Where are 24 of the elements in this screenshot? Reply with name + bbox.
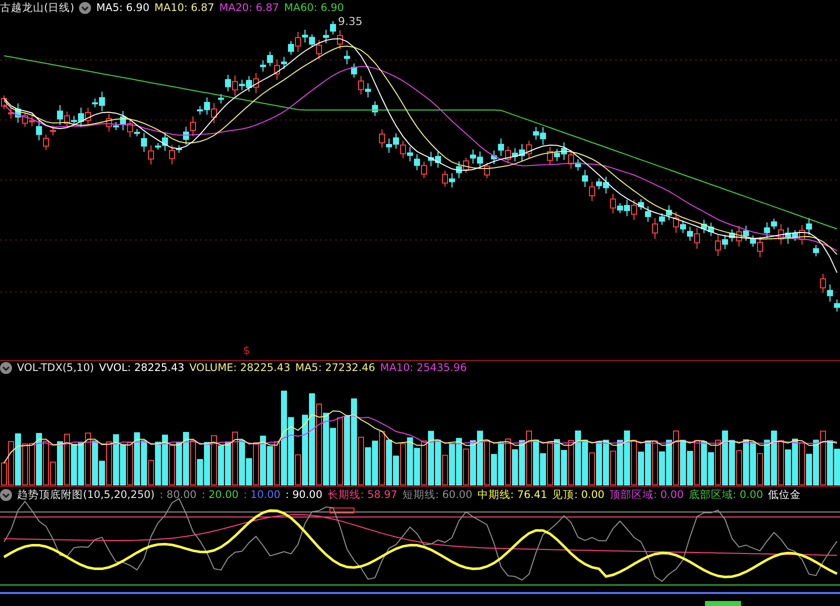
indicator-title: 趋势顶底附图(10,5,20,250) [17, 488, 155, 502]
indicator-legend: 底部区域: 0.00 [688, 488, 764, 502]
volume-title: VOL-TDX(5,10) [17, 362, 94, 374]
indicator-legend: 见顶: 0.00 [552, 488, 604, 502]
indicator-legend: 长期线: 58.97 [327, 488, 398, 502]
indicator-legend: 顶部区域: 0.00 [609, 488, 684, 502]
moving-average-legend: MA60: 6.90 [284, 2, 344, 14]
moving-average-legend: MA20: 6.87 [219, 2, 280, 14]
volume-legend: MA5: 27232.46 [295, 362, 376, 374]
volume-legend: VOLUME: 28225.43 [189, 362, 290, 374]
signal-marker: $ [243, 344, 250, 357]
high-price-label: 9.35 [338, 15, 362, 28]
indicator-legend: 短期线: 60.00 [402, 488, 472, 502]
volume-legend: MA10: 25435.96 [380, 362, 467, 374]
indicator-legend: : 90.00 [285, 489, 322, 501]
indicator-legend: 低位金 [768, 488, 802, 502]
indicator-legend: : 20.00 [202, 489, 239, 501]
moving-average-legend: MA5: 6.90 [96, 2, 150, 14]
volume-legend: VVOL: 28225.43 [99, 362, 184, 374]
stock-title: 古越龙山(日线) [0, 1, 74, 15]
indicator-legend: : 80.00 [160, 489, 197, 501]
moving-average-legend: MA10: 6.87 [154, 2, 214, 14]
indicator-legend: : 10.00 [244, 489, 280, 501]
indicator-legend: 中期线: 76.41 [477, 488, 548, 502]
